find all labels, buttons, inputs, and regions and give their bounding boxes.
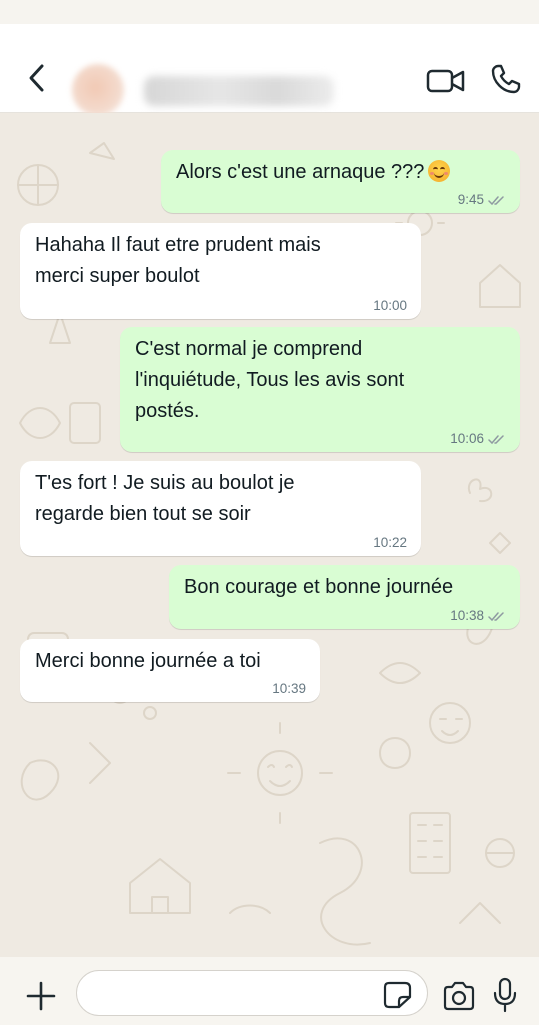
chat-screen: Alors c'est une arnaque ??? 9:45 Hahaha … [0, 0, 539, 1025]
camera-icon [443, 981, 475, 1011]
message-text: Alors c'est une arnaque ??? [176, 157, 451, 188]
message-text: Bon courage et bonne journée [184, 576, 454, 598]
read-ticks-icon [488, 611, 504, 621]
status-bar-area [0, 0, 539, 24]
read-ticks-icon [488, 195, 504, 205]
phone-icon [491, 64, 521, 94]
avatar[interactable] [72, 64, 124, 116]
message-meta: 10:06 [450, 431, 506, 447]
read-ticks-icon [488, 434, 504, 444]
message-text-content: Alors c'est une arnaque ??? [176, 161, 425, 183]
message-composer [0, 957, 539, 1025]
message-time: 10:38 [450, 608, 484, 623]
message-meta: 10:00 [373, 298, 407, 314]
message-meta: 10:38 [450, 608, 506, 624]
smiling-face-emoji [428, 160, 451, 182]
message-bubble-outgoing[interactable]: Alors c'est une arnaque ??? 9:45 [161, 150, 520, 213]
video-camera-icon [426, 69, 465, 93]
voice-call-button[interactable] [489, 62, 523, 96]
message-text: Hahaha Il faut etre prudent mais merci s… [35, 234, 321, 287]
chevron-left-icon [29, 64, 44, 92]
sticker-button[interactable] [383, 981, 413, 1009]
contact-name[interactable] [144, 76, 334, 106]
message-time: 10:06 [450, 431, 484, 446]
message-bubble-incoming[interactable]: Hahaha Il faut etre prudent mais merci s… [20, 223, 421, 319]
attach-button[interactable] [24, 979, 58, 1013]
message-time: 10:39 [272, 681, 306, 696]
message-meta: 9:45 [458, 192, 506, 208]
chat-header [0, 24, 539, 116]
message-bubble-outgoing[interactable]: Bon courage et bonne journée 10:38 [169, 565, 520, 629]
camera-button[interactable] [442, 981, 476, 1011]
message-text: C'est normal je comprend l'inquiétude, T… [135, 338, 405, 422]
message-time: 9:45 [457, 192, 484, 207]
back-button[interactable] [22, 60, 52, 96]
message-meta: 10:22 [373, 535, 407, 551]
message-bubble-incoming[interactable]: Merci bonne journée a toi 10:39 [20, 639, 320, 702]
voice-message-button[interactable] [492, 977, 518, 1013]
message-bubble-incoming[interactable]: T'es fort ! Je suis au boulot je regarde… [20, 461, 421, 556]
sticker-icon [383, 981, 412, 1009]
message-time: 10:22 [373, 535, 407, 550]
video-call-button[interactable] [426, 66, 466, 96]
microphone-icon [493, 977, 517, 1013]
message-bubble-outgoing[interactable]: C'est normal je comprend l'inquiétude, T… [120, 327, 520, 452]
message-time: 10:00 [373, 298, 407, 313]
message-text: Merci bonne journée a toi [35, 650, 261, 672]
message-list[interactable]: Alors c'est une arnaque ??? 9:45 Hahaha … [0, 113, 539, 957]
message-input[interactable] [76, 970, 428, 1016]
message-text: T'es fort ! Je suis au boulot je regarde… [35, 472, 295, 525]
plus-icon [26, 981, 56, 1011]
message-meta: 10:39 [272, 681, 306, 697]
